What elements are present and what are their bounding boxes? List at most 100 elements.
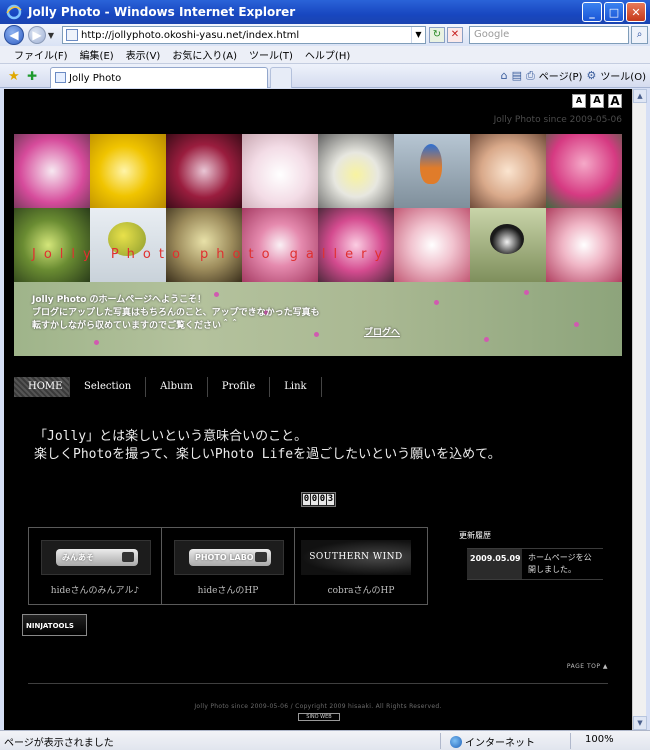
- menu-view[interactable]: 表示(V): [126, 47, 161, 62]
- photo-pink-cosmos: [14, 134, 90, 208]
- photo-labo-banner-image[interactable]: PHOTO LABO: [174, 540, 284, 575]
- welcome-line: ブログにアップした写真はもちろんのこと、アップできなかった写真も: [32, 308, 320, 318]
- minimize-button[interactable]: _: [582, 2, 602, 22]
- history-dropdown-icon[interactable]: ▼: [46, 31, 56, 40]
- scroll-down-icon[interactable]: ▼: [633, 716, 647, 730]
- menu-help[interactable]: ヘルプ(H): [305, 47, 350, 62]
- page-icon: [66, 29, 78, 41]
- southern-wind-banner-image[interactable]: SOUTHERN WIND: [301, 540, 411, 575]
- page-menu[interactable]: ページ(P): [539, 68, 583, 83]
- photo-white-eye-bird: [90, 208, 166, 282]
- globe-icon: [450, 735, 462, 748]
- photo-peach-rose: [470, 134, 546, 208]
- tab-page-icon: [55, 72, 66, 83]
- link-minnaru[interactable]: みんあそ hideさんのみんアル♪: [29, 528, 162, 604]
- security-zone: インターネット: [450, 734, 535, 749]
- updates-entry: 2009.05.09 ホームページを公開しました。: [467, 548, 603, 580]
- tab-jolly-photo[interactable]: Jolly Photo: [50, 67, 268, 88]
- photo-green-flower: [14, 208, 90, 282]
- page-viewport: A A A Jolly Photo since 2009-05-06 Jolly…: [4, 89, 632, 730]
- nav-selection[interactable]: Selection: [70, 377, 147, 397]
- blog-link[interactable]: ブログへ: [364, 325, 400, 338]
- text-size-medium-button[interactable]: A: [590, 94, 604, 108]
- link-photo-labo[interactable]: PHOTO LABO hideさんのHP: [162, 528, 295, 604]
- photo-kingfisher: [394, 134, 470, 208]
- menu-edit[interactable]: 編集(E): [80, 47, 114, 62]
- counter-digit: 0: [311, 494, 318, 505]
- url-text: http://jollyphoto.okoshi-yasu.net/index.…: [81, 29, 300, 41]
- photo-white-blossom: [242, 134, 318, 208]
- minnaru-banner-image[interactable]: みんあそ: [41, 540, 151, 575]
- update-message: ホームページを公開しました。: [528, 553, 592, 574]
- ninjatools-badge[interactable]: NINJATOOLS: [22, 614, 87, 636]
- maximize-button[interactable]: □: [604, 2, 624, 22]
- scroll-up-icon[interactable]: ▲: [633, 89, 647, 103]
- zone-label: インターネット: [465, 738, 535, 749]
- photo-camellia: [242, 208, 318, 282]
- updates-heading: 更新履歴: [459, 531, 491, 540]
- footer-badge[interactable]: SINO WEB: [298, 713, 340, 721]
- photo-pink-tulip: [546, 134, 622, 208]
- forward-button[interactable]: ▶: [28, 26, 46, 44]
- gear-icon[interactable]: ⚙: [586, 69, 596, 82]
- banner-text: PHOTO LABO: [195, 553, 254, 562]
- page-top-link[interactable]: PAGE TOP ▲: [567, 663, 608, 670]
- welcome-line: Jolly Photo のホームページへようこそ！: [32, 295, 207, 305]
- internet-explorer-icon: [6, 4, 22, 20]
- window-title: Jolly Photo - Windows Internet Explorer: [28, 5, 296, 19]
- text-size-controls: A A A: [572, 94, 622, 108]
- intro-text: 「Jolly」とは楽しいという意味合いのこと。 楽しくPhotoを撮って、楽しい…: [34, 428, 501, 464]
- add-favorites-icon[interactable]: ✚: [27, 69, 37, 83]
- photo-pink-dogwood: [546, 208, 622, 282]
- menu-tools[interactable]: ツール(T): [249, 47, 293, 62]
- url-dropdown-icon[interactable]: ▼: [411, 27, 425, 43]
- tab-bar: ★ ✚ Jolly Photo ⌂ ▤ ⎙ ページ(P) ⚙ ツール(O): [0, 64, 650, 88]
- photo-lotus: [318, 208, 394, 282]
- counter-digit: 3: [327, 494, 334, 505]
- search-button[interactable]: ⌕: [631, 26, 648, 44]
- print-icon[interactable]: ⎙: [526, 69, 535, 83]
- tools-menu[interactable]: ツール(O): [600, 68, 646, 83]
- favorites-star-icon[interactable]: ★: [8, 69, 20, 84]
- photo-pink-petals: [394, 208, 470, 282]
- link-banners: みんあそ hideさんのみんアル♪ PHOTO LABO hideさんのHP S…: [28, 527, 428, 605]
- refresh-button[interactable]: ↻: [429, 27, 445, 43]
- photo-yellow-rose: [90, 134, 166, 208]
- text-size-small-button[interactable]: A: [572, 94, 586, 108]
- link-southern-wind[interactable]: SOUTHERN WIND cobraさんのHP: [295, 528, 427, 604]
- feeds-icon[interactable]: ▤: [512, 69, 522, 82]
- footer-divider: [28, 683, 608, 684]
- camera-icon: [122, 552, 134, 562]
- back-button[interactable]: ◀: [4, 25, 24, 45]
- photo-great-tit: [470, 208, 546, 282]
- text-size-large-button[interactable]: A: [608, 94, 622, 108]
- search-input[interactable]: Google: [469, 26, 629, 44]
- zoom-level[interactable]: 100%: [585, 734, 614, 745]
- nav-album[interactable]: Album: [146, 377, 208, 397]
- nav-link[interactable]: Link: [270, 377, 322, 397]
- stop-button[interactable]: ✕: [447, 27, 463, 43]
- intro-line: 楽しくPhotoを撮って、楽しいPhoto Lifeを過ごしたいという願いを込め…: [34, 447, 501, 462]
- banner-title: Jolly Photo photo gallery: [32, 247, 391, 262]
- status-text: ページが表示されました: [4, 738, 114, 749]
- vertical-scrollbar[interactable]: ▲ ▼: [632, 89, 647, 730]
- new-tab-button[interactable]: [270, 67, 292, 88]
- url-input[interactable]: http://jollyphoto.okoshi-yasu.net/index.…: [62, 26, 426, 44]
- link-caption[interactable]: hideさんのHP: [162, 583, 294, 596]
- intro-line: 「Jolly」とは楽しいという意味合いのこと。: [34, 429, 308, 444]
- home-icon[interactable]: ⌂: [501, 69, 508, 82]
- menu-bar: ファイル(F) 編集(E) 表示(V) お気に入り(A) ツール(T) ヘルプ(…: [0, 46, 650, 64]
- link-caption[interactable]: hideさんのみんアル♪: [29, 583, 161, 596]
- nav-home[interactable]: HOME: [14, 377, 70, 397]
- nav-profile[interactable]: Profile: [208, 377, 271, 397]
- site-since-label: Jolly Photo since 2009-05-06: [493, 115, 622, 125]
- status-bar: ページが表示されました インターネット 100%: [0, 730, 650, 750]
- link-caption[interactable]: cobraさんのHP: [295, 583, 427, 596]
- address-bar: ◀ ▶ ▼ http://jollyphoto.okoshi-yasu.net/…: [0, 24, 650, 46]
- photo-white-lily: [318, 134, 394, 208]
- menu-favorites[interactable]: お気に入り(A): [172, 47, 237, 62]
- photo-red-flower: [166, 134, 242, 208]
- menu-file[interactable]: ファイル(F): [14, 47, 68, 62]
- window-titlebar: Jolly Photo - Windows Internet Explorer …: [0, 0, 650, 24]
- close-button[interactable]: ✕: [626, 2, 646, 22]
